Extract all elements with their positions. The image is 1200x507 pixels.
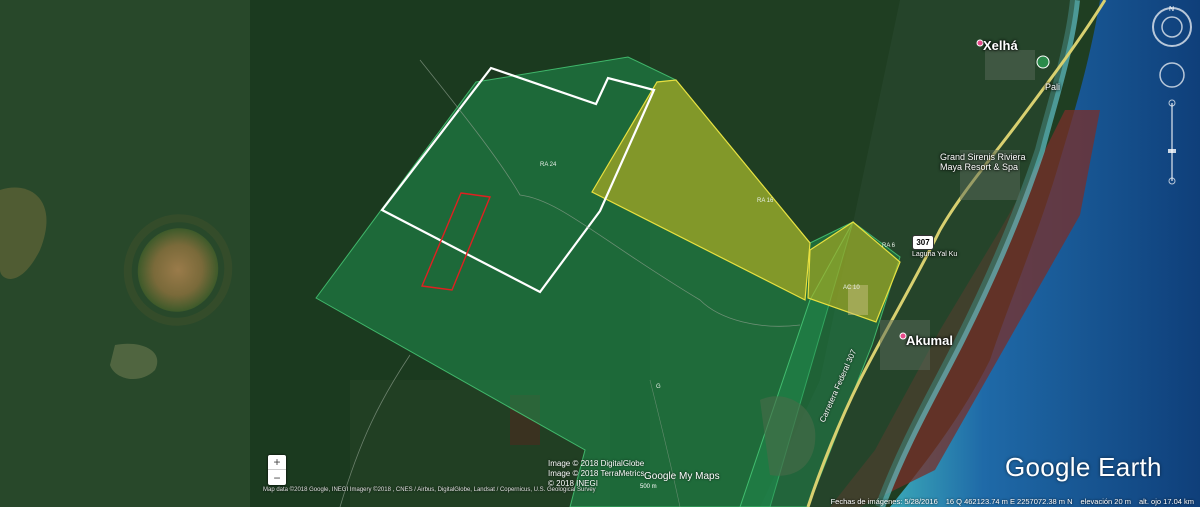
scale-bar: 500 m (640, 484, 657, 490)
credit-line-1: Image © 2018 DigitalGlobe (548, 459, 645, 468)
compass-ring[interactable] (1152, 7, 1192, 47)
compass-north-label: N (1169, 6, 1174, 13)
map-attribution: Map data ©2018 Google, INEGI Imagery ©20… (263, 487, 596, 493)
move-joystick[interactable] (1159, 62, 1185, 88)
google-earth-logo: Google Earth (1005, 452, 1162, 482)
look-joystick[interactable] (1161, 16, 1183, 38)
highway-shield: 307 (912, 235, 934, 250)
google-my-maps-logo: Google My Maps (644, 471, 720, 482)
imagery-credits: Image © 2018 DigitalGlobe Image © 2018 T… (548, 459, 644, 489)
zoom-out-button[interactable]: − (268, 470, 286, 485)
pali-marker[interactable] (1036, 55, 1050, 69)
place-label-xelha[interactable]: Xelhá (983, 38, 1018, 53)
eye-altitude-readout: alt. ojo 17.04 km (1138, 496, 1194, 506)
place-label-pali[interactable]: Pali (1045, 82, 1060, 92)
polygon-label-yellow-small: AC 10 (843, 285, 860, 291)
polygon-label-white: RA 24 (540, 162, 557, 168)
settlement-2 (985, 50, 1035, 80)
status-bar: Fechas de imágenes: 5/28/2016 16 Q 46212… (0, 495, 1200, 507)
credit-line-2: Image © 2018 TerraMetrics (548, 469, 645, 478)
zoom-slider-thumb[interactable] (1168, 149, 1176, 153)
cursor-coordinates: 16 Q 462123.74 m E 2257072.38 m N (945, 496, 1073, 506)
place-label-yalku[interactable]: Laguna Yal Ku (912, 251, 957, 258)
imagery-date: Fechas de imágenes: 5/28/2016 (830, 496, 938, 506)
zoom-control: + − (268, 455, 286, 485)
place-label-akumal[interactable]: Akumal (906, 333, 953, 348)
navigation-control[interactable]: N (1148, 3, 1196, 193)
polygon-label-yellow: RA 16 (757, 198, 774, 204)
map-canvas[interactable] (0, 0, 1200, 507)
place-label-grand-sirenis[interactable]: Grand Sirenis Riviera Maya Resort & Spa (940, 152, 1030, 172)
elevation-readout: elevación 20 m (1080, 496, 1131, 506)
zoom-in-button[interactable]: + (268, 455, 286, 470)
polygon-label-green-south: G (656, 384, 661, 390)
polygon-label-green-east: RA 6 (882, 243, 896, 249)
